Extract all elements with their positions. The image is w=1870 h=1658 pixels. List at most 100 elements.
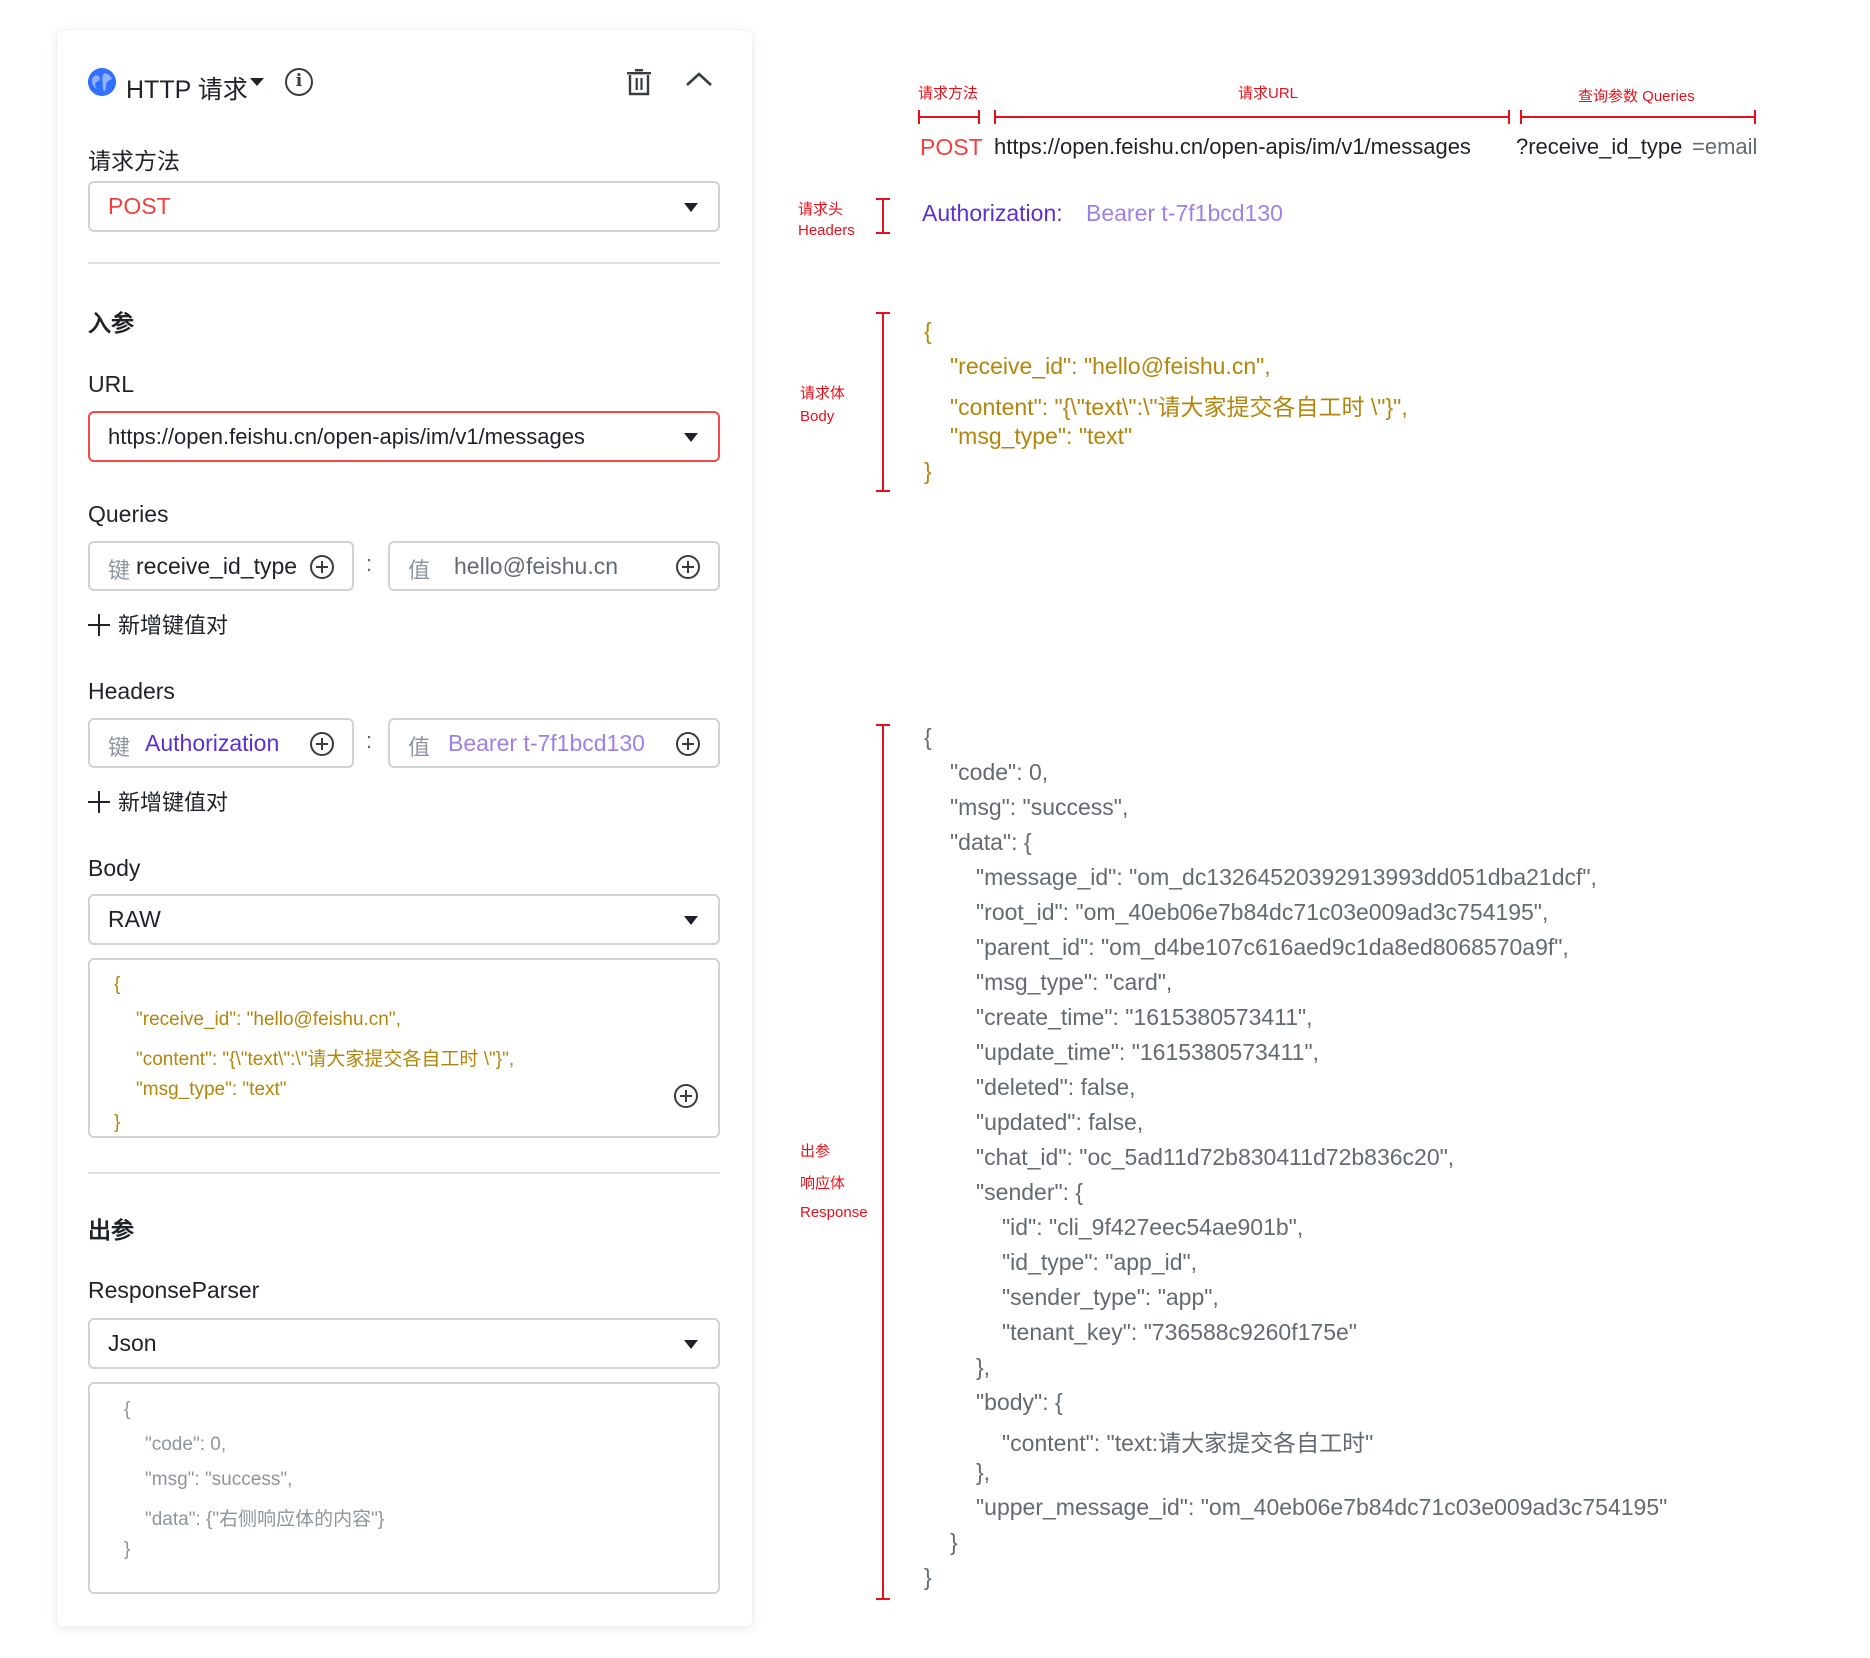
response-line: "code": 0,	[950, 759, 1049, 785]
chevron-down-icon	[684, 433, 698, 442]
kv-colon: :	[366, 728, 373, 753]
response-line: {	[924, 724, 932, 750]
parser-select[interactable]: Json	[88, 1318, 720, 1369]
add-header-pair-button[interactable]: 新增键值对	[88, 785, 228, 817]
response-line: "msg_type": "card",	[976, 969, 1173, 995]
bracket-line	[876, 1598, 890, 1600]
chevron-down-icon[interactable]	[250, 78, 264, 86]
bracket-line	[1520, 116, 1756, 118]
bracket-line	[1754, 110, 1756, 124]
bracket-line	[876, 198, 890, 200]
method-select[interactable]: POST	[88, 181, 720, 232]
response-line: "tenant_key": "736588c9260f175e"	[1002, 1319, 1357, 1345]
response-line: "content": "text:请大家提交各自工时"	[1002, 1430, 1374, 1456]
chevron-up-icon[interactable]	[684, 68, 714, 92]
annotation-response-1: 出参	[800, 1143, 831, 1160]
query-value-field[interactable]: 值 hello@feishu.cn	[388, 541, 720, 591]
body-line: "receive_id": "hello@feishu.cn",	[136, 1009, 401, 1030]
plus-circle-icon[interactable]	[310, 732, 334, 756]
response-line: "updated": false,	[976, 1109, 1144, 1135]
trash-icon[interactable]	[626, 68, 652, 96]
divider	[88, 262, 720, 264]
url-value: https://open.feishu.cn/open-apis/im/v1/m…	[108, 424, 585, 449]
response-example-line: {	[124, 1399, 131, 1420]
add-query-pair-button[interactable]: 新增键值对	[88, 608, 228, 640]
add-pair-label: 新增键值对	[118, 613, 229, 638]
plus-circle-icon[interactable]	[674, 1084, 698, 1108]
url-select[interactable]: https://open.feishu.cn/open-apis/im/v1/m…	[88, 411, 720, 462]
body-type-value: RAW	[108, 906, 161, 932]
output-section-title: 出参	[88, 1217, 134, 1243]
plus-circle-icon[interactable]	[676, 732, 700, 756]
body-line: {	[114, 974, 121, 995]
body-type-select[interactable]: RAW	[88, 894, 720, 945]
response-line: "sender": {	[976, 1179, 1084, 1205]
header-key-field[interactable]: 键 Authorization	[88, 718, 354, 768]
chevron-down-icon	[684, 203, 698, 212]
annotation-url: https://open.feishu.cn/open-apis/im/v1/m…	[994, 134, 1471, 159]
panel-title: HTTP 请求	[126, 76, 248, 104]
annotation-body-line: "receive_id": "hello@feishu.cn",	[950, 353, 1271, 379]
method-value: POST	[108, 193, 171, 219]
plus-icon	[88, 791, 110, 813]
bracket-line	[882, 724, 884, 1600]
response-line: "data": {	[950, 829, 1032, 855]
bracket-line	[1508, 110, 1510, 124]
annotation-body-cn: 请求体	[800, 385, 846, 402]
plus-circle-icon[interactable]	[310, 555, 334, 579]
bracket-line	[876, 232, 890, 234]
parser-label: ResponseParser	[88, 1277, 260, 1303]
kv-colon: :	[366, 551, 373, 576]
annotation-body-line: "content": "{\"text\":\"请大家提交各自工时 \"}",	[950, 394, 1408, 420]
bracket-line	[882, 198, 884, 234]
annotation-method-label: 请求方法	[918, 85, 979, 102]
bracket-line	[918, 110, 920, 124]
headers-label: Headers	[88, 678, 175, 704]
annotation-method: POST	[920, 134, 983, 160]
method-section-label: 请求方法	[88, 148, 180, 174]
response-line: "id_type": "app_id",	[1002, 1249, 1198, 1275]
annotation-auth-key: Authorization:	[922, 200, 1063, 226]
bracket-line	[876, 490, 890, 492]
globe-icon	[88, 68, 116, 96]
response-line: "create_time": "1615380573411",	[976, 1004, 1313, 1030]
response-line: "upper_message_id": "om_40eb06e7b84dc71c…	[976, 1494, 1668, 1520]
queries-label: Queries	[88, 501, 169, 527]
annotation-body-line: "msg_type": "text"	[950, 423, 1133, 449]
header-value: Bearer t-7f1bcd130	[448, 730, 645, 756]
bracket-line	[876, 724, 890, 726]
annotation-body-en: Body	[800, 408, 835, 425]
plus-icon	[88, 614, 110, 636]
value-prefix: 值	[408, 735, 431, 760]
query-value: hello@feishu.cn	[454, 553, 618, 579]
parser-value: Json	[108, 1330, 157, 1356]
add-pair-label: 新增键值对	[118, 790, 229, 815]
key-prefix: 键	[108, 558, 131, 583]
annotation-url-label: 请求URL	[1238, 85, 1299, 102]
response-line: }	[950, 1529, 958, 1555]
response-line: "sender_type": "app",	[1002, 1284, 1219, 1310]
response-line: "body": {	[976, 1389, 1063, 1415]
response-line: "root_id": "om_40eb06e7b84dc71c03e009ad3…	[976, 899, 1549, 925]
bracket-line	[876, 312, 890, 314]
plus-circle-icon[interactable]	[676, 555, 700, 579]
annotation-auth-value: Bearer t-7f1bcd130	[1086, 200, 1283, 226]
annotation-response-3: Response	[800, 1204, 868, 1221]
response-line: "update_time": "1615380573411",	[976, 1039, 1320, 1065]
info-icon[interactable]: i	[285, 68, 313, 96]
query-key-field[interactable]: 键 receive_id_type	[88, 541, 354, 591]
body-label: Body	[88, 855, 141, 881]
annotation-query-key: ?receive_id_type	[1516, 134, 1683, 159]
annotation-headers-cn: 请求头	[798, 201, 844, 218]
bracket-line	[918, 116, 980, 118]
bracket-line	[882, 312, 884, 492]
annotation-query-label: 查询参数 Queries	[1578, 88, 1695, 105]
response-example-line: "msg": "success",	[145, 1469, 293, 1490]
annotation-body-line: }	[924, 458, 932, 484]
divider	[88, 1172, 720, 1174]
header-value-field[interactable]: 值 Bearer t-7f1bcd130	[388, 718, 720, 768]
value-prefix: 值	[408, 558, 431, 583]
response-line: "deleted": false,	[976, 1074, 1136, 1100]
header-key-value: Authorization	[145, 730, 280, 756]
response-line: "msg": "success",	[950, 794, 1129, 820]
